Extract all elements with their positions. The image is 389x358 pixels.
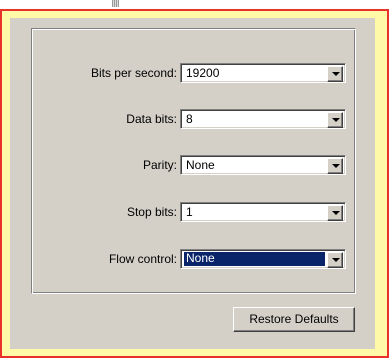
parity-row: Parity: None — [32, 155, 355, 175]
flow-control-row: Flow control: None — [32, 249, 355, 269]
bits-per-second-dropdown-button[interactable] — [327, 66, 343, 82]
stop-bits-value: 1 — [186, 205, 193, 219]
restore-defaults-button[interactable]: Restore Defaults — [233, 307, 355, 332]
flow-control-label: Flow control: — [108, 252, 177, 266]
chevron-down-icon — [332, 164, 340, 168]
highlight-frame: Bits per second: 19200 Data bits: 8 Pari… — [0, 9, 389, 358]
port-settings-group: Bits per second: 19200 Data bits: 8 Pari… — [31, 28, 356, 294]
parity-combo[interactable]: None — [180, 155, 346, 175]
chevron-down-icon — [332, 72, 340, 76]
chevron-down-icon — [332, 211, 340, 215]
chevron-down-icon — [332, 118, 340, 122]
parity-label: Parity: — [142, 158, 177, 172]
bits-per-second-combo[interactable]: 19200 — [180, 63, 346, 83]
parity-value: None — [186, 158, 215, 172]
flow-control-dropdown-button[interactable] — [327, 252, 343, 268]
stop-bits-dropdown-button[interactable] — [327, 205, 343, 221]
top-strip — [0, 0, 389, 9]
parity-dropdown-button[interactable] — [327, 158, 343, 174]
stop-bits-combo[interactable]: 1 — [180, 202, 346, 222]
chevron-down-icon — [332, 258, 340, 262]
data-bits-combo[interactable]: 8 — [180, 109, 346, 129]
bits-per-second-label: Bits per second: — [90, 66, 177, 80]
stop-bits-label: Stop bits: — [126, 205, 177, 219]
flow-control-value: None — [184, 252, 325, 266]
port-settings-panel: Bits per second: 19200 Data bits: 8 Pari… — [10, 18, 375, 349]
data-bits-row: Data bits: 8 — [32, 109, 355, 129]
bits-per-second-row: Bits per second: 19200 — [32, 63, 355, 83]
data-bits-value: 8 — [186, 112, 193, 126]
stop-bits-row: Stop bits: 1 — [32, 202, 355, 222]
data-bits-label: Data bits: — [126, 112, 177, 126]
window-grip-icon — [112, 0, 119, 7]
bits-per-second-value: 19200 — [186, 66, 220, 80]
flow-control-combo[interactable]: None — [180, 249, 346, 269]
data-bits-dropdown-button[interactable] — [327, 112, 343, 128]
